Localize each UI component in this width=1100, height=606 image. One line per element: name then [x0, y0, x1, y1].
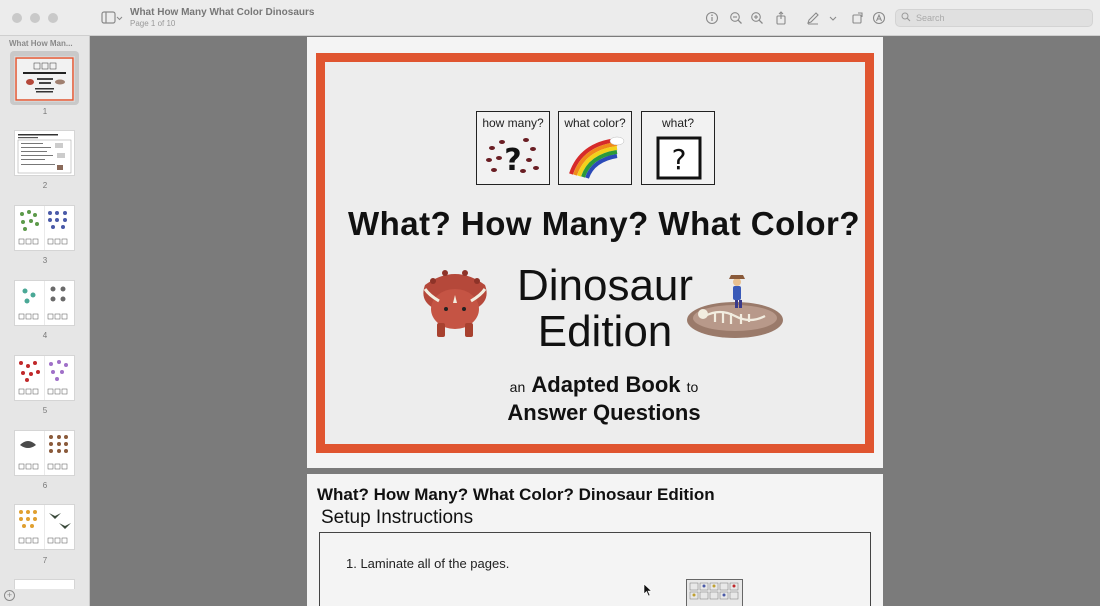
edition-line-2: Edition: [537, 307, 673, 356]
thumbnail-page-4[interactable]: [14, 280, 75, 326]
adapted-suffix: to: [686, 379, 699, 395]
adapted-book-tagline: an Adapted Book to Answer Questions: [325, 372, 883, 425]
instruction-step-1: 1. Laminate all of the pages.: [346, 556, 510, 571]
thumbnail-label: 4: [42, 331, 48, 340]
minimize-window-button[interactable]: [30, 13, 40, 23]
document-title-area: What How Many What Color Dinosaurs Page …: [130, 7, 314, 28]
adapted-line-2: Answer Questions: [507, 400, 701, 425]
what-color-card: what color?: [558, 111, 632, 185]
window-controls: [12, 13, 58, 23]
thumbnail-page-7[interactable]: [14, 504, 75, 550]
search-placeholder: Search: [916, 13, 945, 23]
sidebar-title: What How Man...: [9, 39, 73, 48]
page-count: Page 1 of 10: [130, 19, 176, 28]
fossil-dig-illustration: [687, 275, 783, 338]
thumbnail-label: 5: [42, 406, 48, 415]
what-card: what? ?: [641, 111, 715, 185]
close-window-button[interactable]: [12, 13, 22, 23]
edition-title: Dinosaur Edition: [495, 263, 715, 355]
markup-pen-icon[interactable]: [806, 11, 820, 25]
instructions-box: 1. Laminate all of the pages.: [319, 532, 871, 606]
annotate-icon[interactable]: [872, 11, 886, 25]
zoom-window-button[interactable]: [48, 13, 58, 23]
edition-line-1: Dinosaur: [516, 261, 694, 310]
thumbnail-page-5[interactable]: [14, 355, 75, 401]
thumbnail-sidebar: What How Man... 1 2 3 4 5 6 7: [0, 36, 90, 606]
thumbnail-label: 3: [42, 256, 48, 265]
triceratops-illustration: [423, 270, 487, 337]
adapted-prefix: an: [509, 379, 526, 395]
thumbnail-page-8[interactable]: [14, 579, 75, 589]
thumbnail-page-6[interactable]: [14, 430, 75, 476]
rainbow-icon: [569, 136, 625, 179]
page-2-subtitle: Setup Instructions: [321, 507, 474, 528]
instruction-thumbnail: [686, 579, 743, 606]
cover-title: What? How Many? What Color?: [347, 205, 861, 242]
document-title: What How Many What Color Dinosaurs: [130, 7, 315, 18]
adapted-bold: Adapted Book: [531, 372, 681, 397]
add-page-icon[interactable]: +: [4, 590, 15, 601]
preview-window: What How Many What Color Dinosaurs Page …: [0, 0, 1100, 606]
how-many-label: how many?: [482, 116, 544, 130]
search-icon: [901, 12, 911, 28]
question-box-icon: ?: [656, 136, 702, 180]
thumbnail-label: 7: [42, 556, 48, 565]
chevron-down-icon[interactable]: [828, 11, 838, 25]
scattered-dots-icon: ?: [486, 138, 539, 178]
document-page-1: how many? ? what color? what? ? What? Ho…: [307, 37, 883, 468]
thumbnail-label: 2: [42, 181, 48, 190]
cover-frame: how many? ? what color? what? ? What? Ho…: [316, 53, 874, 453]
mouse-cursor-icon: [643, 583, 653, 600]
thumbnail-label: 1: [42, 107, 48, 116]
thumbnail-page-1[interactable]: [14, 56, 75, 102]
how-many-card: how many? ?: [476, 111, 550, 185]
zoom-out-icon[interactable]: [729, 11, 743, 25]
thumbnail-label: 6: [42, 481, 48, 490]
document-page-2: What? How Many? What Color? Dinosaur Edi…: [307, 474, 883, 606]
page-2-title: What? How Many? What Color? Dinosaur Edi…: [317, 485, 715, 504]
thumbnail-page-2[interactable]: [14, 130, 75, 176]
sidebar-toggle-icon[interactable]: [101, 10, 123, 26]
what-color-label: what color?: [564, 116, 626, 130]
zoom-in-icon[interactable]: [750, 11, 764, 25]
info-icon[interactable]: [705, 11, 719, 25]
what-label: what?: [661, 116, 695, 130]
svg-text:?: ?: [504, 143, 521, 178]
toolbar: What How Many What Color Dinosaurs Page …: [0, 0, 1100, 36]
svg-text:?: ?: [672, 143, 687, 176]
share-icon[interactable]: [774, 11, 788, 25]
search-field[interactable]: Search: [895, 9, 1093, 27]
rotate-icon[interactable]: [851, 11, 865, 25]
thumbnail-page-3[interactable]: [14, 205, 75, 251]
